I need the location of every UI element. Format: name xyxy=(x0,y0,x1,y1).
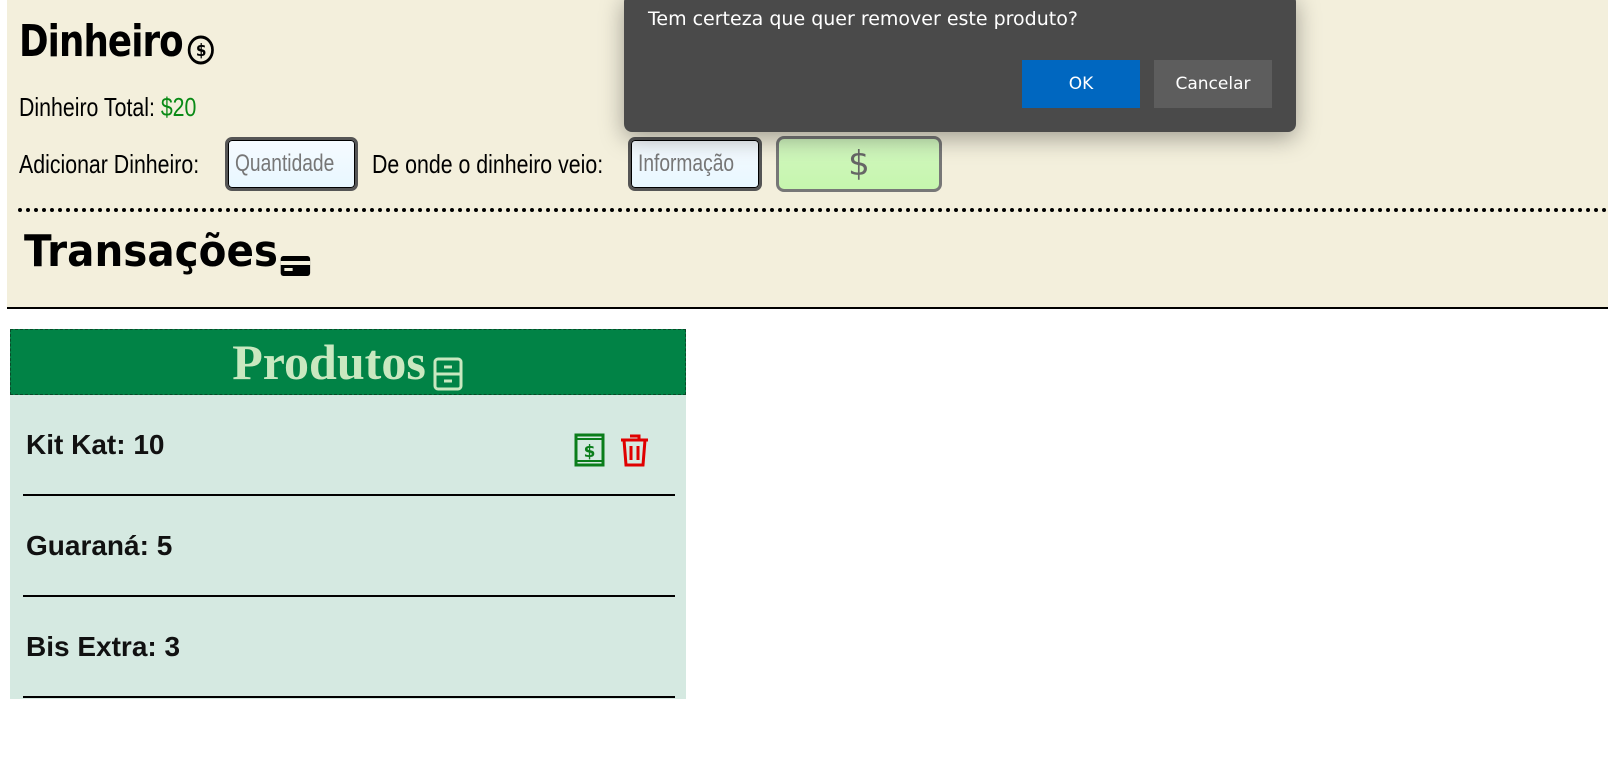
money-source-placeholder: Informação xyxy=(638,150,735,177)
products-header: Produtos xyxy=(10,329,686,395)
money-title: Dinheiro $ xyxy=(19,16,215,67)
product-label: Bis Extra: 3 xyxy=(26,630,181,662)
ok-button[interactable]: OK xyxy=(1022,60,1140,108)
money-title-text: Dinheiro xyxy=(19,16,184,67)
confirm-dialog: Tem certeza que quer remover este produt… xyxy=(624,0,1296,132)
products-title-text: Produtos xyxy=(232,334,426,390)
section-divider xyxy=(18,208,1608,212)
cancel-button[interactable]: Cancelar xyxy=(1154,60,1272,108)
money-bill-icon[interactable]: $ xyxy=(574,433,605,467)
product-actions: $ xyxy=(574,433,650,467)
money-total: Dinheiro Total: $20 xyxy=(19,92,196,123)
svg-text:$: $ xyxy=(196,40,206,60)
credit-card-icon xyxy=(280,239,311,276)
transactions-title: Transações xyxy=(24,226,311,277)
products-panel: Produtos Kit Kat: 10 $ Guaraná: 5 Bis Ex… xyxy=(10,329,686,699)
transactions-title-text: Transações xyxy=(24,226,279,277)
product-label: Guaraná: 5 xyxy=(26,529,173,561)
product-label: Kit Kat: 10 xyxy=(26,428,165,460)
quantity-input[interactable]: Quantidade xyxy=(225,137,358,191)
product-row[interactable]: Kit Kat: 10 $ xyxy=(23,395,675,496)
add-money-label: Adicionar Dinheiro: xyxy=(19,148,200,179)
add-money-button[interactable]: $ xyxy=(776,136,942,192)
money-total-value: $20 xyxy=(160,92,197,122)
dialog-message: Tem certeza que quer remover este produt… xyxy=(648,8,1078,30)
products-title: Produtos xyxy=(232,333,464,391)
archive-box-icon xyxy=(432,345,464,391)
dollar-coin-icon: $ xyxy=(186,26,215,64)
trash-icon[interactable] xyxy=(619,433,650,467)
svg-text:$: $ xyxy=(584,442,596,462)
add-money-row: Adicionar Dinheiro: Quantidade De onde o… xyxy=(19,136,942,192)
money-source-label: De onde o dinheiro veio: xyxy=(372,148,604,179)
product-row[interactable]: Bis Extra: 3 xyxy=(23,597,675,698)
money-total-label: Dinheiro Total: xyxy=(19,92,161,122)
quantity-placeholder: Quantidade xyxy=(235,150,335,177)
product-row[interactable]: Guaraná: 5 xyxy=(23,496,675,597)
money-source-input[interactable]: Informação xyxy=(628,137,762,191)
